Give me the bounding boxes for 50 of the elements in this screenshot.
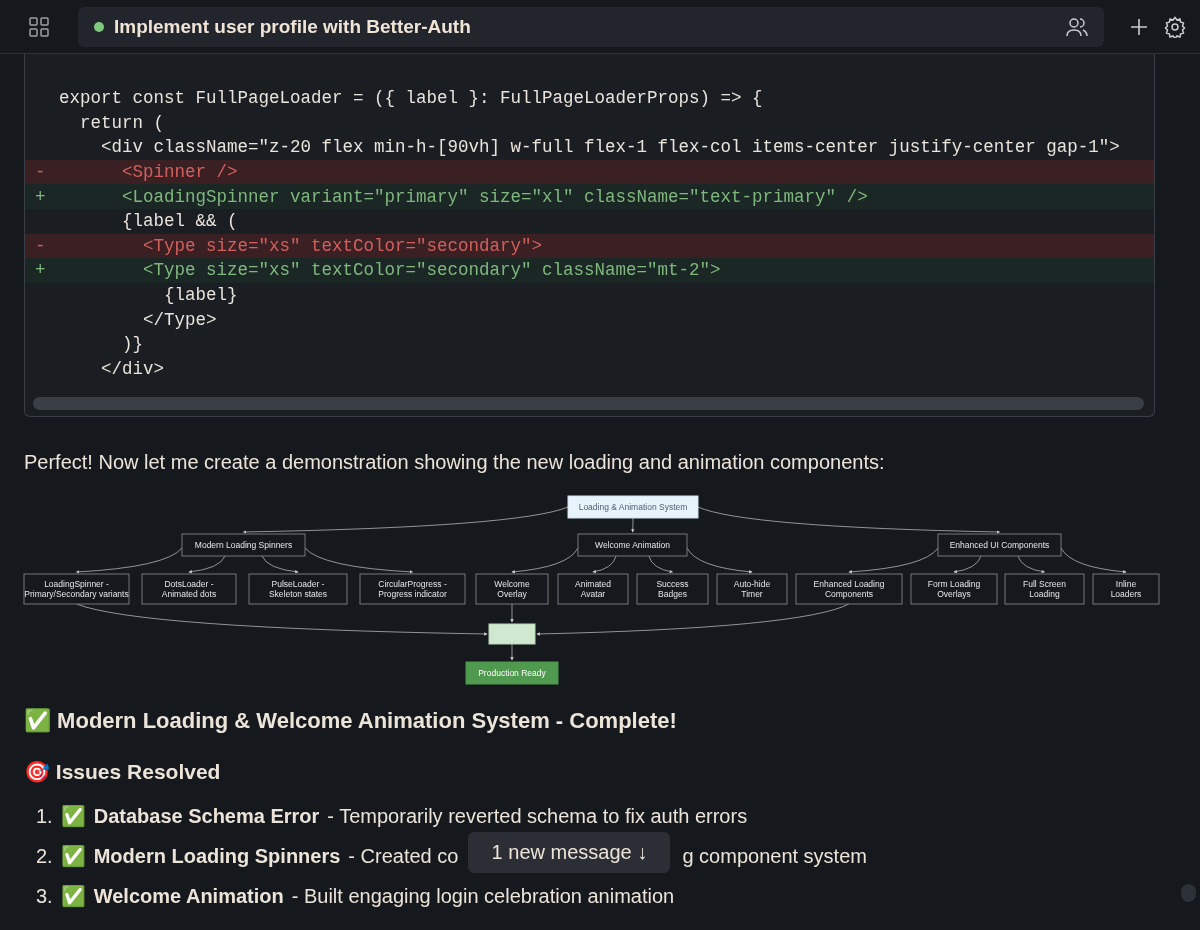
- chat-title: Implement user profile with Better-Auth: [114, 15, 472, 38]
- diagram-node: LoadingSpinner - Primary/Secondary variants: [23, 573, 130, 605]
- diagram-node: Enhanced Loading Components: [795, 573, 903, 605]
- item-text: g component system: [682, 844, 867, 868]
- check-icon: ✅: [60, 844, 86, 869]
- check-icon: ✅: [60, 884, 86, 909]
- status-dot: [94, 21, 104, 32]
- diagram-node: Auto-hide Timer: [716, 573, 788, 605]
- scroll-thumb[interactable]: [1181, 884, 1196, 902]
- item-text: - Temporarily reverted schema to fix auth errors: [327, 804, 748, 828]
- diagram-node: PulseLoader - Skeleton states: [248, 573, 348, 605]
- item-title: Database Schema Error: [93, 804, 320, 828]
- code-line: {label && (: [121, 210, 239, 234]
- diagram-node: DotsLoader - Animated dots: [141, 573, 237, 605]
- grid-icon[interactable]: [28, 15, 50, 38]
- diagram-node: Loading & Animation System: [567, 495, 699, 519]
- section-heading: 🎯 Issues Resolved: [24, 760, 222, 785]
- diagram-node: CircularProgress - Progress indicator: [359, 573, 466, 605]
- section-heading: ✅ Modern Loading & Welcome Animation System - Complete!: [24, 708, 678, 735]
- code-line: {label}: [163, 284, 239, 308]
- item-title: Modern Loading Spinners: [93, 844, 341, 868]
- item-text: - Created co: [348, 844, 459, 868]
- code-line: export const FullPageLoader = ({ label }: FullPageLoaderProps) => {: [58, 87, 764, 111]
- code-line: return (: [79, 111, 166, 135]
- check-icon: ✅: [60, 804, 86, 829]
- diagram-node: Production Ready: [465, 661, 559, 685]
- diagram-node: Welcome Overlay: [475, 573, 549, 605]
- diagram-node: [488, 623, 536, 645]
- users-icon[interactable]: [1066, 15, 1088, 38]
- diagram-node: Modern Loading Spinners: [181, 533, 306, 557]
- diagram-node: Success Badges: [636, 573, 709, 605]
- message-text: Perfect! Now let me create a demonstration showing the new loading and animation components:: [24, 451, 886, 475]
- item-title: Welcome Animation: [93, 884, 284, 908]
- scrollbar[interactable]: [33, 397, 1144, 411]
- diagram-node: Enhanced UI Components: [937, 533, 1062, 557]
- list-number: 2.: [36, 844, 53, 868]
- diagram-node: Welcome Animation: [577, 533, 688, 557]
- settings-icon[interactable]: [1164, 15, 1186, 38]
- item-text: - Built engaging login celebration animation: [291, 884, 675, 908]
- list-number: 3.: [36, 884, 53, 908]
- diagram-node: Animated Avatar: [557, 573, 629, 605]
- code-line: )}: [121, 333, 144, 357]
- list-number: 1.: [36, 804, 53, 828]
- new-message-button[interactable]: 1 new message ↓: [468, 832, 671, 874]
- code-line: <div className="z-20 flex min-h-[90vh] w-full flex-1 flex-col items-center justify-center gap-1">: [100, 136, 1121, 160]
- diagram-node: Form Loading Overlays: [910, 573, 998, 605]
- code-line: </Type>: [142, 308, 218, 332]
- diagram-node: Inline Loaders: [1092, 573, 1160, 605]
- code-line: </div>: [100, 357, 166, 381]
- diagram-node: Full Screen Loading: [1004, 573, 1085, 605]
